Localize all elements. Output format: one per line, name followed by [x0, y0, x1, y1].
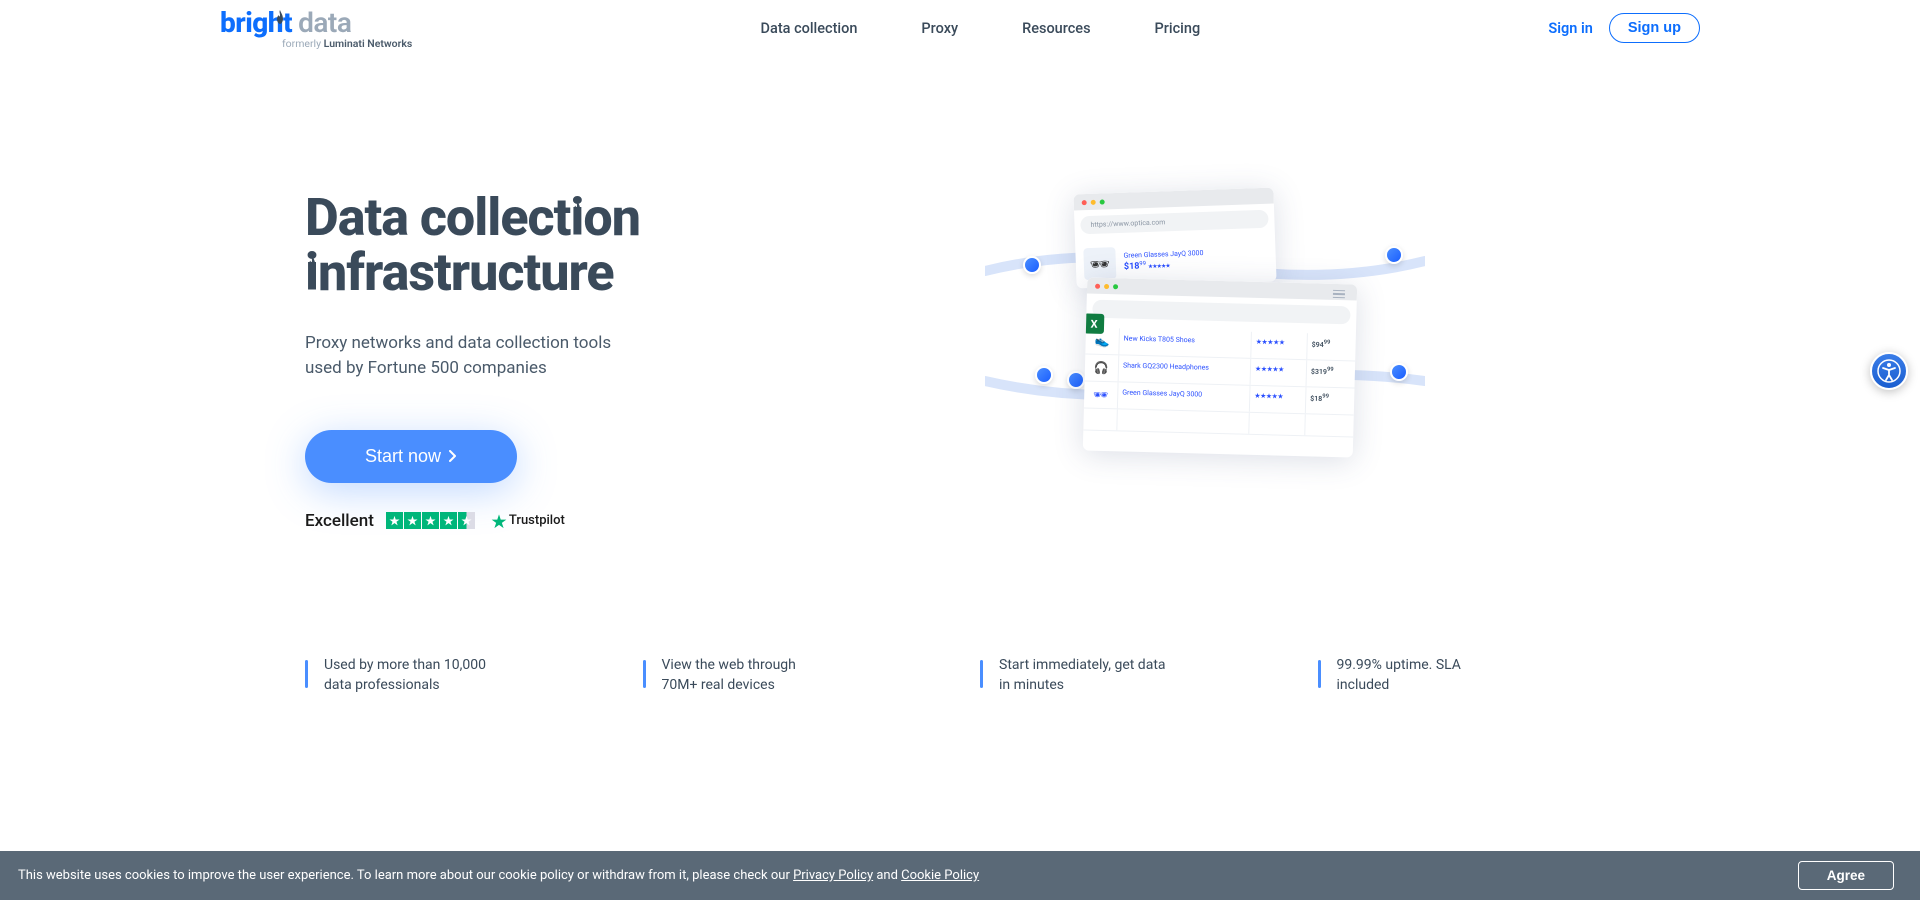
title-i-2: i [305, 246, 318, 301]
benefit-4: 99.99% uptime. SLA included [1318, 656, 1616, 695]
row-stars: ★★★★★ [1251, 359, 1308, 386]
row-icon: 🎧 [1085, 354, 1120, 381]
benefit-1: Used by more than 10,000 data profession… [305, 656, 603, 695]
row-price: $1899 [1306, 387, 1355, 414]
row-name: New Kicks T805 Shoes [1119, 328, 1252, 357]
auth-block: Sign in Sign up [1548, 13, 1700, 43]
trustpilot-row[interactable]: Excellent Trustpilot [305, 511, 735, 531]
logo-block[interactable]: bright data formerly Luminati Networks [220, 6, 412, 50]
logo-part2: data [298, 6, 351, 39]
benefit-bar-icon [643, 660, 646, 688]
star-icon [458, 512, 475, 529]
row-stars: ★★★★★ [1250, 386, 1307, 413]
browser-chrome [1073, 188, 1273, 211]
benefit-text: Start immediately, get data in minutes [999, 656, 1169, 695]
illustration-canvas: https://www.optica.com 🕶 Green Glasses J… [995, 191, 1415, 531]
benefit-text: View the web through 70M+ real devices [662, 656, 832, 695]
accessibility-icon [1877, 359, 1901, 383]
privacy-policy-link[interactable]: Privacy Policy [793, 868, 873, 883]
traffic-yellow-icon [1091, 199, 1096, 204]
traffic-red-icon [1095, 283, 1100, 288]
pipe-node-icon [1035, 366, 1053, 384]
chevron-right-icon [449, 450, 457, 462]
title-i-1: i [570, 191, 583, 246]
hamburger-icon [1333, 286, 1349, 299]
cookie-policy-link[interactable]: Cookie Policy [901, 868, 979, 883]
cookie-agree-button[interactable]: Agree [1798, 861, 1894, 890]
traffic-green-icon [1113, 284, 1118, 289]
benefit-2: View the web through 70M+ real devices [643, 656, 941, 695]
benefit-text: 99.99% uptime. SLA included [1337, 656, 1507, 695]
pipe-node-icon [1390, 363, 1408, 381]
row-stars: ★★★★★ [1251, 332, 1308, 359]
row-price: $9499 [1307, 333, 1356, 360]
url-bar: https://www.optica.com [1080, 210, 1269, 235]
browser-front-body: 👟 New Kicks T805 Shoes ★★★★★ $9499 🎧 Sha… [1083, 323, 1356, 457]
product-info: Green Glasses JayQ 3000 $1899 ★★★★★ [1123, 249, 1204, 274]
pipe-node-icon [1067, 371, 1085, 389]
start-now-label: Start now [365, 446, 441, 467]
illus-browser-back: https://www.optica.com 🕶 Green Glasses J… [1073, 188, 1276, 289]
benefit-bar-icon [1318, 660, 1321, 688]
nav-proxy[interactable]: Proxy [921, 20, 958, 37]
hero-illustration: https://www.optica.com 🕶 Green Glasses J… [795, 186, 1615, 536]
star-icon [386, 512, 403, 529]
traffic-yellow-icon [1104, 283, 1109, 288]
traffic-red-icon [1082, 200, 1087, 205]
benefit-bar-icon [980, 660, 983, 688]
illus-browser-front: X 👟 New Kicks T805 Shoes ★★★★★ $9499 [1083, 277, 1357, 457]
trustpilot-label: Trustpilot [509, 513, 565, 528]
logo: bright data [220, 6, 412, 39]
url-bar [1092, 300, 1350, 325]
hero-subtitle: Proxy networks and data collection tools… [305, 331, 645, 382]
benefit-3: Start immediately, get data in minutes [980, 656, 1278, 695]
start-now-button[interactable]: Start now [305, 430, 517, 483]
trust-stars [386, 512, 475, 529]
main-header: bright data formerly Luminati Networks D… [0, 0, 1920, 56]
excel-icon: X [1084, 313, 1105, 334]
hero-title: Data collection infrastructure [305, 191, 735, 300]
benefit-text: Used by more than 10,000 data profession… [324, 656, 494, 695]
flame-icon [275, 0, 285, 12]
traffic-green-icon [1100, 199, 1105, 204]
pipe-node-icon [1385, 246, 1403, 264]
hero-left: Data collection infrastructure Proxy net… [305, 191, 735, 530]
nav-pricing[interactable]: Pricing [1155, 20, 1201, 37]
row-name: Green Glasses JayQ 3000 [1118, 382, 1251, 411]
flame-icon [571, 171, 582, 186]
star-icon [422, 512, 439, 529]
flame-icon [306, 226, 317, 241]
row-icon: 🕶 [1084, 381, 1119, 408]
cookie-bar: This website uses cookies to improve the… [0, 851, 1920, 900]
star-icon [404, 512, 421, 529]
benefits-row: Used by more than 10,000 data profession… [0, 596, 1920, 775]
main-nav: Data collection Proxy Resources Pricing [761, 20, 1201, 37]
nav-data-collection[interactable]: Data collection [761, 20, 858, 37]
cookie-text: This website uses cookies to improve the… [18, 868, 979, 883]
nav-resources[interactable]: Resources [1022, 20, 1090, 37]
trustpilot-star-icon [491, 513, 507, 529]
benefit-bar-icon [305, 660, 308, 688]
row-name: Shark GQ2300 Headphones [1119, 355, 1252, 384]
accessibility-button[interactable] [1870, 352, 1908, 390]
star-icon [440, 512, 457, 529]
hero-section: Data collection infrastructure Proxy net… [0, 56, 1920, 596]
row-price: $31999 [1307, 360, 1356, 387]
trust-rating-label: Excellent [305, 511, 374, 531]
pipe-node-icon [1023, 256, 1041, 274]
signin-link[interactable]: Sign in [1548, 20, 1592, 37]
signup-button[interactable]: Sign up [1609, 13, 1700, 43]
trustpilot-brand: Trustpilot [491, 513, 565, 529]
product-tile-icon: 🕶 [1083, 247, 1116, 280]
